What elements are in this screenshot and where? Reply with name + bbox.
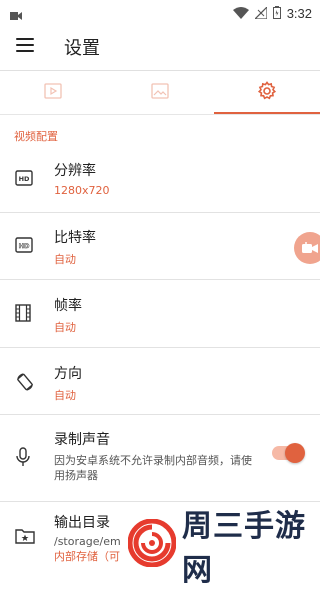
tab-image[interactable] [107,71,213,115]
setting-description: 因为安卓系统不允许录制内部音频，请使用扬声器 [54,454,252,482]
setting-title: 比特率 [54,230,96,246]
status-time: 3:32 [286,6,312,21]
setting-title: 帧率 [54,298,82,314]
section-header: 视频配置 [14,130,58,143]
setting-orientation[interactable]: 方向 自动 [0,348,320,414]
camera-icon [302,239,318,258]
page-title: 设置 [64,38,100,59]
video-icon [44,83,62,103]
image-icon [151,83,169,103]
setting-title: 分辨率 [54,163,96,179]
signal-icon [253,4,268,23]
setting-title: 输出目录 [54,515,110,531]
hd-outline-icon: HD [15,237,35,257]
setting-value: 自动 [54,321,76,334]
battery-icon [272,4,281,23]
video-record-status-icon [10,6,22,25]
gear-icon [257,81,277,105]
folder-star-icon [15,528,35,548]
setting-value: 自动 [54,389,76,402]
record-audio-toggle[interactable] [272,443,305,463]
svg-text:HD: HD [19,175,30,183]
setting-title: 录制声音 [54,432,110,448]
hd-icon: HD [15,170,35,190]
rotate-icon [15,372,35,392]
wifi-icon [232,4,249,23]
microphone-icon [15,447,35,467]
setting-title: 方向 [54,366,82,382]
setting-value: 内部存储（可 [54,550,120,563]
setting-value: 自动 [54,253,76,266]
menu-icon[interactable] [16,38,34,52]
film-icon [15,304,35,324]
floating-camera-button[interactable] [294,232,320,264]
setting-record-audio[interactable]: 录制声音 因为安卓系统不允许录制内部音频，请使用扬声器 [0,415,320,501]
svg-text:HD: HD [19,242,30,250]
setting-bitrate[interactable]: HD 比特率 自动 [0,213,320,279]
setting-value: 1280x720 [54,184,110,197]
tab-video[interactable] [0,71,106,115]
tab-settings[interactable] [214,71,320,115]
tab-bar [0,70,320,115]
setting-resolution[interactable]: HD 分辨率 1280x720 [0,148,320,212]
setting-frame-rate[interactable]: 帧率 自动 [0,280,320,347]
watermark-logo [127,518,177,571]
watermark-text: 周三手游网 [182,509,306,588]
watermark: 周三手游网 [127,509,320,588]
status-bar: 3:32 [0,0,320,24]
app-bar: 设置 [0,24,320,70]
